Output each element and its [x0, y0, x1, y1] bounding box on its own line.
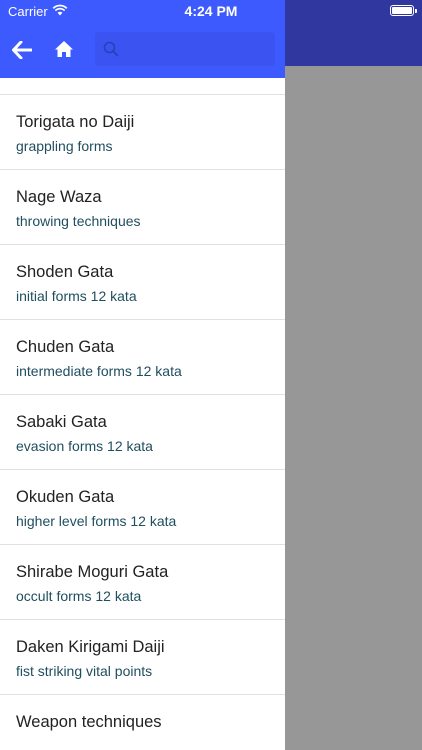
list-item-title: Weapon techniques	[16, 713, 162, 731]
list-item-subtitle: evasion forms 12 kata	[16, 438, 153, 454]
list-item-title: Shoden Gata	[16, 263, 114, 281]
search-icon	[103, 41, 119, 57]
arrow-left-icon	[12, 41, 32, 59]
status-bar: Carrier 4:24 PM	[0, 0, 422, 22]
list-item[interactable]: Daken Kirigami Daiji fist striking vital…	[0, 620, 285, 695]
list-item[interactable]: Shirabe Moguri Gata occult forms 12 kata	[0, 545, 285, 620]
search-bar[interactable]	[95, 32, 275, 66]
list-item-subtitle: fist striking vital points	[16, 663, 153, 679]
navigation-drawer: Torigata no Daiji grappling forms Nage W…	[0, 0, 285, 750]
status-time: 4:24 PM	[184, 3, 238, 19]
list-item-title: Torigata no Daiji	[16, 113, 135, 131]
list-item-title: Sabaki Gata	[16, 413, 107, 431]
list-item-title: Shirabe Moguri Gata	[16, 563, 169, 581]
search-input[interactable]	[125, 40, 265, 58]
home-icon	[55, 41, 73, 57]
list-item[interactable]: Shoden Gata initial forms 12 kata	[0, 245, 285, 320]
home-button[interactable]	[52, 37, 76, 61]
list-item-title: Daken Kirigami Daiji	[16, 638, 165, 656]
battery-icon	[390, 5, 417, 16]
list-item-subtitle: throwing techniques	[16, 213, 141, 229]
list-item[interactable]: Torigata no Daiji grappling forms	[0, 95, 285, 170]
list-item-subtitle: initial forms 12 kata	[16, 288, 137, 304]
back-button[interactable]	[10, 38, 34, 62]
list-item[interactable]: Weapon techniques	[0, 695, 285, 750]
list-item-subtitle: intermediate forms 12 kata	[16, 363, 182, 379]
list-item-title: Nage Waza	[16, 188, 102, 206]
list-item[interactable]: Okuden Gata higher level forms 12 kata	[0, 470, 285, 545]
list-item[interactable]: Sabaki Gata evasion forms 12 kata	[0, 395, 285, 470]
list-item-title: Okuden Gata	[16, 488, 115, 506]
list-item-subtitle: grappling forms	[16, 138, 113, 154]
list-item[interactable]: Nage Waza throwing techniques	[0, 170, 285, 245]
list-item-subtitle: occult forms 12 kata	[16, 588, 142, 604]
list-item[interactable]: Chuden Gata intermediate forms 12 kata	[0, 320, 285, 395]
list-item-title: Chuden Gata	[16, 338, 115, 356]
list-item-subtitle: higher level forms 12 kata	[16, 513, 177, 529]
